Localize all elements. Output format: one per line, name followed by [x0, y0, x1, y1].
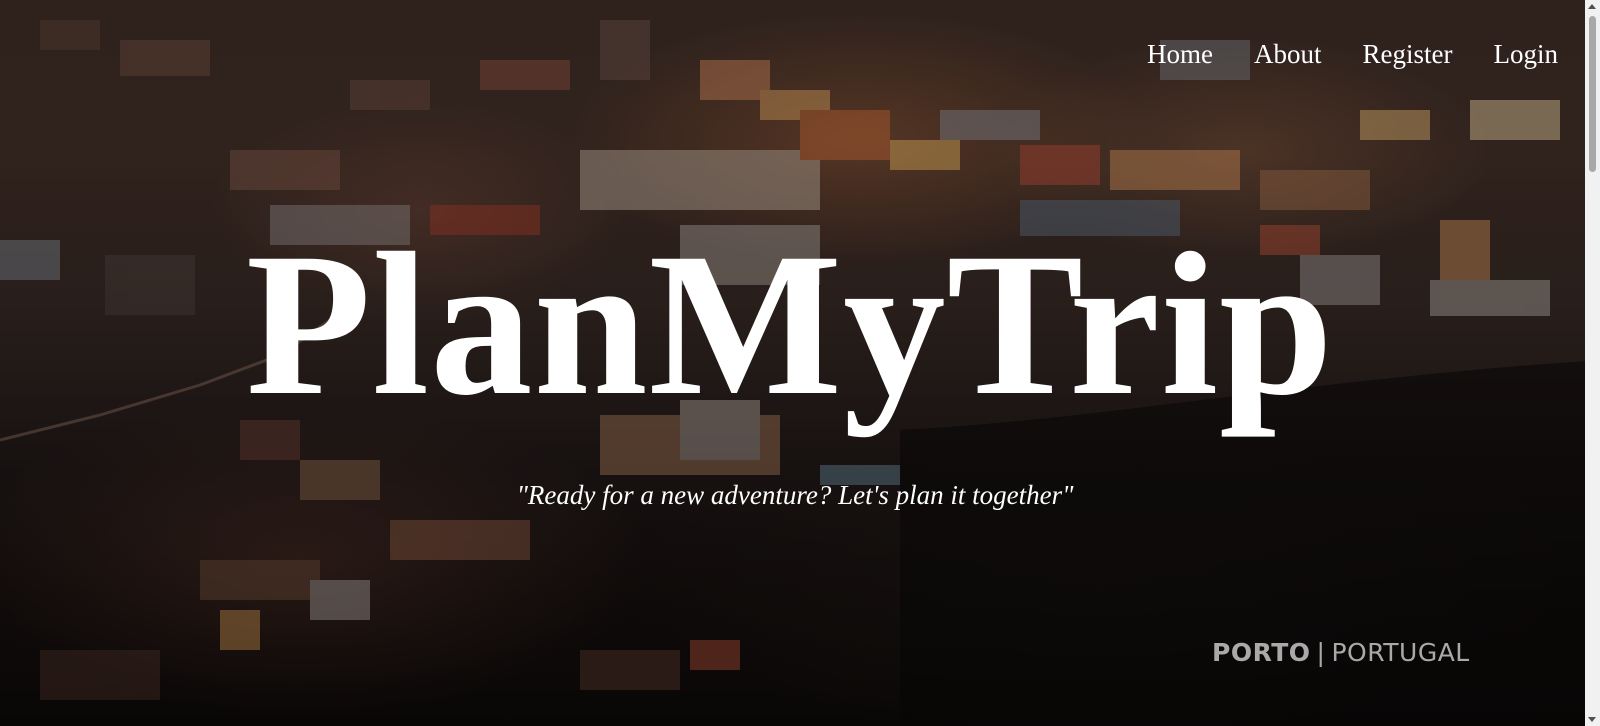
- top-nav: Home About Register Login: [1147, 39, 1559, 70]
- location-country: PORTUGAL: [1331, 638, 1470, 667]
- scroll-down-arrow-icon[interactable]: [1588, 717, 1596, 722]
- nav-home-link[interactable]: Home: [1147, 39, 1213, 70]
- location-city: PORTO: [1212, 638, 1311, 667]
- nav-register-link[interactable]: Register: [1363, 39, 1453, 70]
- nav-login-link[interactable]: Login: [1494, 39, 1559, 70]
- nav-about-link[interactable]: About: [1254, 39, 1322, 70]
- hero-tagline: "Ready for a new adventure? Let's plan i…: [516, 480, 1074, 510]
- scrollbar-thumb[interactable]: [1589, 16, 1596, 172]
- scroll-up-arrow-icon[interactable]: [1588, 4, 1596, 9]
- location-watermark: PORTO | PORTUGAL: [1212, 638, 1470, 667]
- location-separator: |: [1316, 638, 1326, 667]
- page-scrollbar[interactable]: [1585, 0, 1600, 726]
- page: Home About Register Login PlanMyTrip "Re…: [0, 0, 1600, 726]
- hero-title: PlanMyTrip: [245, 211, 1335, 438]
